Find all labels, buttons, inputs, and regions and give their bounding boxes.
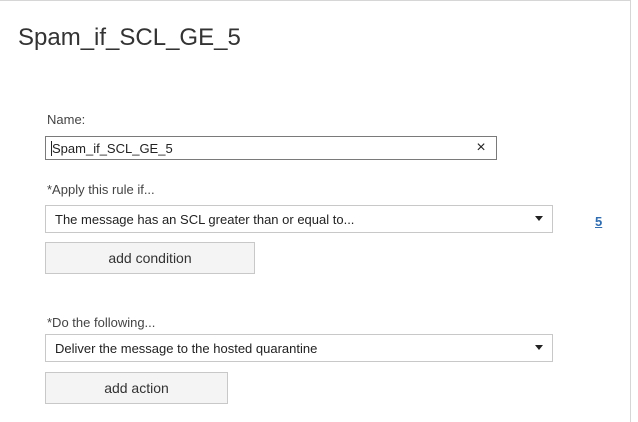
condition-select[interactable]: The message has an SCL greater than or e… [45, 205, 553, 233]
name-input-value[interactable]: Spam_if_SCL_GE_5 [52, 141, 173, 157]
name-label: Name: [47, 112, 86, 127]
action-select[interactable]: Deliver the message to the hosted quaran… [45, 334, 553, 362]
add-condition-button[interactable]: add condition [45, 242, 255, 274]
page-title: Spam_if_SCL_GE_5 [18, 24, 241, 51]
rule-editor-window: Spam_if_SCL_GE_5 Name: Spam_if_SCL_GE_5 … [0, 0, 631, 422]
add-action-button[interactable]: add action [45, 372, 228, 404]
chevron-down-icon[interactable] [535, 216, 543, 221]
scl-value-link[interactable]: 5 [595, 214, 602, 230]
chevron-down-icon[interactable] [535, 345, 543, 350]
window-top-border [0, 0, 630, 1]
close-icon[interactable]: × [474, 139, 488, 157]
name-input[interactable]: Spam_if_SCL_GE_5 × [45, 136, 497, 160]
text-caret [51, 141, 52, 156]
condition-label: *Apply this rule if... [47, 182, 155, 197]
action-select-value[interactable]: Deliver the message to the hosted quaran… [55, 341, 317, 357]
condition-select-value[interactable]: The message has an SCL greater than or e… [55, 212, 354, 228]
action-label: *Do the following... [47, 315, 156, 330]
